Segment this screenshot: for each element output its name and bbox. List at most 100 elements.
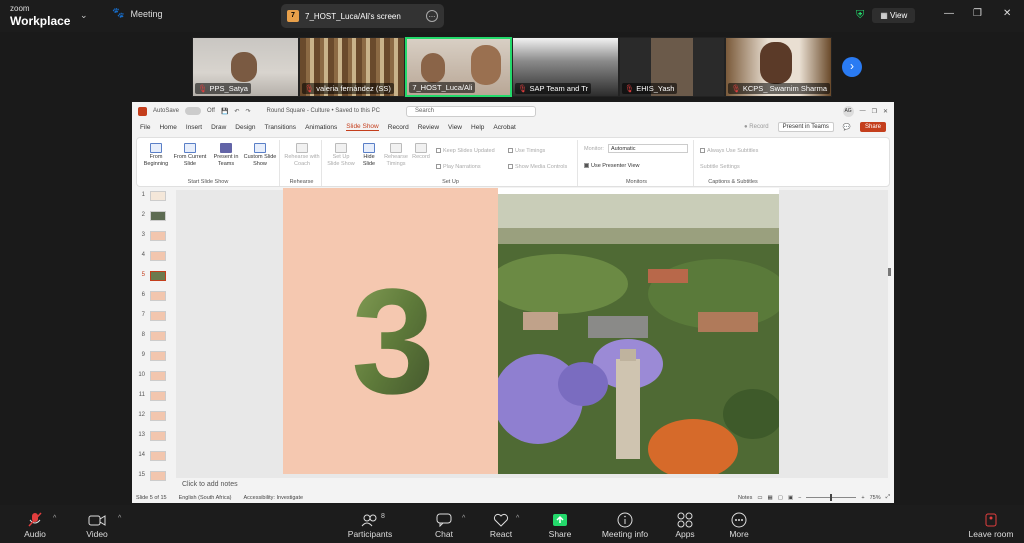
search-input[interactable]: Search bbox=[405, 105, 536, 117]
participants-button[interactable]: Participants bbox=[342, 511, 398, 539]
from-current-button[interactable]: From Current Slide bbox=[173, 143, 207, 168]
slide-thumbnail-current[interactable]: 5 bbox=[136, 270, 172, 284]
participant-tile[interactable]: 🎙 EHIS_Yash bbox=[618, 37, 726, 97]
autosave-toggle[interactable] bbox=[185, 107, 202, 115]
chevron-down-icon[interactable]: ⌄ bbox=[80, 10, 88, 21]
show-media-checkbox[interactable]: Show Media Controls bbox=[508, 164, 567, 170]
view-button[interactable]: ▦ View bbox=[872, 8, 916, 23]
more-options-icon[interactable]: … bbox=[426, 10, 438, 22]
rehearse-timings-button[interactable]: Rehearse Timings bbox=[382, 143, 410, 168]
undo-icon[interactable]: ↶ bbox=[234, 108, 239, 115]
menu-help[interactable]: Help bbox=[471, 124, 484, 131]
share-screen-button[interactable]: Share bbox=[532, 511, 588, 539]
menu-design[interactable]: Design bbox=[235, 124, 255, 131]
avatar[interactable]: AG bbox=[842, 105, 854, 117]
restore-icon[interactable]: ❐ bbox=[872, 108, 877, 115]
slide-thumbnail[interactable]: 2 bbox=[136, 210, 172, 224]
hide-slide-button[interactable]: Hide Slide bbox=[358, 143, 380, 168]
slide-thumbnail[interactable]: 3 bbox=[136, 230, 172, 244]
slide-thumbnail[interactable]: 8 bbox=[136, 330, 172, 344]
zoom-slider[interactable] bbox=[806, 494, 857, 501]
apps-button[interactable]: Apps bbox=[657, 511, 713, 539]
slide-thumbnail[interactable]: 11 bbox=[136, 390, 172, 404]
more-button[interactable]: More bbox=[711, 511, 767, 539]
menu-home[interactable]: Home bbox=[159, 124, 176, 131]
notes-toggle[interactable]: Notes bbox=[738, 495, 752, 501]
slide-thumbnail[interactable]: 7 bbox=[136, 310, 172, 324]
close-icon[interactable]: ✕ bbox=[883, 108, 888, 115]
shield-check-icon[interactable]: ⛨ bbox=[856, 9, 864, 22]
setup-show-button[interactable]: Set Up Slide Show bbox=[326, 143, 356, 168]
chevron-up-icon[interactable]: ^ bbox=[462, 515, 465, 522]
menu-transitions[interactable]: Transitions bbox=[265, 124, 297, 131]
menu-insert[interactable]: Insert bbox=[186, 124, 202, 131]
slide-thumbnail[interactable]: 14 bbox=[136, 450, 172, 464]
participant-tile[interactable]: 🎙 PPS_Satya bbox=[192, 37, 299, 97]
normal-view-icon[interactable]: ▭ bbox=[757, 495, 762, 501]
zoom-in-icon[interactable]: + bbox=[861, 495, 864, 501]
redo-icon[interactable]: ↷ bbox=[245, 108, 250, 115]
slide-thumbnail[interactable]: 10 bbox=[136, 370, 172, 384]
shared-screen-tab[interactable]: 7 7_HOST_Luca/Ali's screen … bbox=[281, 4, 444, 28]
subtitle-settings-button[interactable]: Subtitle Settings bbox=[700, 164, 740, 170]
zoom-out-icon[interactable]: − bbox=[798, 495, 801, 501]
slide-thumbnail[interactable]: 9 bbox=[136, 350, 172, 364]
present-in-teams-button[interactable]: Present in Teams bbox=[777, 122, 834, 132]
notes-pane[interactable]: Click to add notes bbox=[176, 478, 888, 492]
chevron-up-icon[interactable]: ^ bbox=[516, 515, 519, 522]
sorter-view-icon[interactable]: ▦ bbox=[768, 495, 773, 501]
zoom-brand[interactable]: zoom Workplace bbox=[10, 4, 70, 28]
menu-record[interactable]: Record bbox=[388, 124, 409, 131]
use-timings-checkbox[interactable]: Use Timings bbox=[508, 148, 545, 154]
slide-thumbnail[interactable]: 12 bbox=[136, 410, 172, 424]
zoom-thumb[interactable] bbox=[830, 494, 833, 501]
slideshow-view-icon[interactable]: ▣ bbox=[788, 495, 793, 501]
language-status[interactable]: English (South Africa) bbox=[179, 495, 232, 501]
presenter-view-checkbox[interactable]: Use Presenter View bbox=[584, 163, 640, 169]
share-button[interactable]: Share bbox=[859, 122, 886, 132]
chevron-up-icon[interactable]: ^ bbox=[118, 515, 121, 522]
accessibility-status[interactable]: Accessibility: Investigate bbox=[243, 495, 303, 501]
slide-thumbnail[interactable]: 1 bbox=[136, 190, 172, 204]
participant-tile[interactable]: 🎙 KCPS_ Swarnim Sharma bbox=[725, 37, 833, 97]
keep-updated-checkbox[interactable]: Keep Slides Updated bbox=[436, 148, 495, 154]
save-icon[interactable]: 💾 bbox=[221, 108, 228, 115]
play-narrations-checkbox[interactable]: Play Narrations bbox=[436, 164, 481, 170]
record-button[interactable]: ● Record bbox=[744, 124, 769, 130]
react-button[interactable]: React bbox=[473, 511, 529, 539]
record-ribbon-button[interactable]: Record bbox=[410, 143, 432, 161]
participant-tile-active[interactable]: 7_HOST_Luca/Ali bbox=[405, 37, 513, 97]
vertical-scrollbar[interactable] bbox=[886, 190, 892, 478]
custom-slide-show-button[interactable]: Custom Slide Show bbox=[241, 143, 279, 168]
monitor-select[interactable]: Automatic bbox=[608, 144, 688, 153]
slide-thumbnail[interactable]: 13 bbox=[136, 430, 172, 444]
scroll-thumb[interactable] bbox=[888, 268, 891, 276]
reading-view-icon[interactable]: ▢ bbox=[778, 495, 783, 501]
from-beginning-button[interactable]: From Beginning bbox=[141, 143, 171, 168]
close-icon[interactable]: ✕ bbox=[1003, 8, 1011, 19]
minimize-icon[interactable]: — bbox=[944, 8, 954, 19]
present-teams-ribbon-button[interactable]: Present in Teams bbox=[211, 143, 241, 168]
menu-draw[interactable]: Draw bbox=[211, 124, 226, 131]
slide-thumbnail[interactable]: 4 bbox=[136, 250, 172, 264]
always-subtitles-checkbox[interactable]: Always Use Subtitles bbox=[700, 148, 758, 154]
video-button[interactable]: Video bbox=[69, 511, 125, 539]
meeting-info-button[interactable]: Meeting info bbox=[597, 511, 653, 539]
slide-thumbnail[interactable]: 6 bbox=[136, 290, 172, 304]
participant-tile[interactable]: 🎙 SAP Team and Tr bbox=[512, 37, 619, 97]
comment-icon[interactable]: 💬 bbox=[843, 123, 851, 131]
menu-file[interactable]: File bbox=[140, 124, 150, 131]
menu-animations[interactable]: Animations bbox=[305, 124, 337, 131]
zoom-level[interactable]: 75% bbox=[870, 495, 881, 501]
restore-icon[interactable]: ❐ bbox=[973, 8, 982, 19]
current-slide[interactable]: 3 bbox=[283, 188, 779, 474]
chevron-up-icon[interactable]: ^ bbox=[53, 515, 56, 522]
leave-room-button[interactable]: Leave room bbox=[962, 511, 1020, 539]
slide-thumbnail[interactable]: 15 bbox=[136, 470, 172, 484]
participant-tile[interactable]: 🎙 valeria fernández (SS) bbox=[298, 37, 406, 97]
menu-view[interactable]: View bbox=[448, 124, 462, 131]
meeting-tab[interactable]: 🐾 Meeting bbox=[112, 8, 162, 19]
minimize-icon[interactable]: — bbox=[860, 108, 866, 114]
next-page-button[interactable]: › bbox=[842, 57, 862, 77]
menu-acrobat[interactable]: Acrobat bbox=[493, 124, 515, 131]
